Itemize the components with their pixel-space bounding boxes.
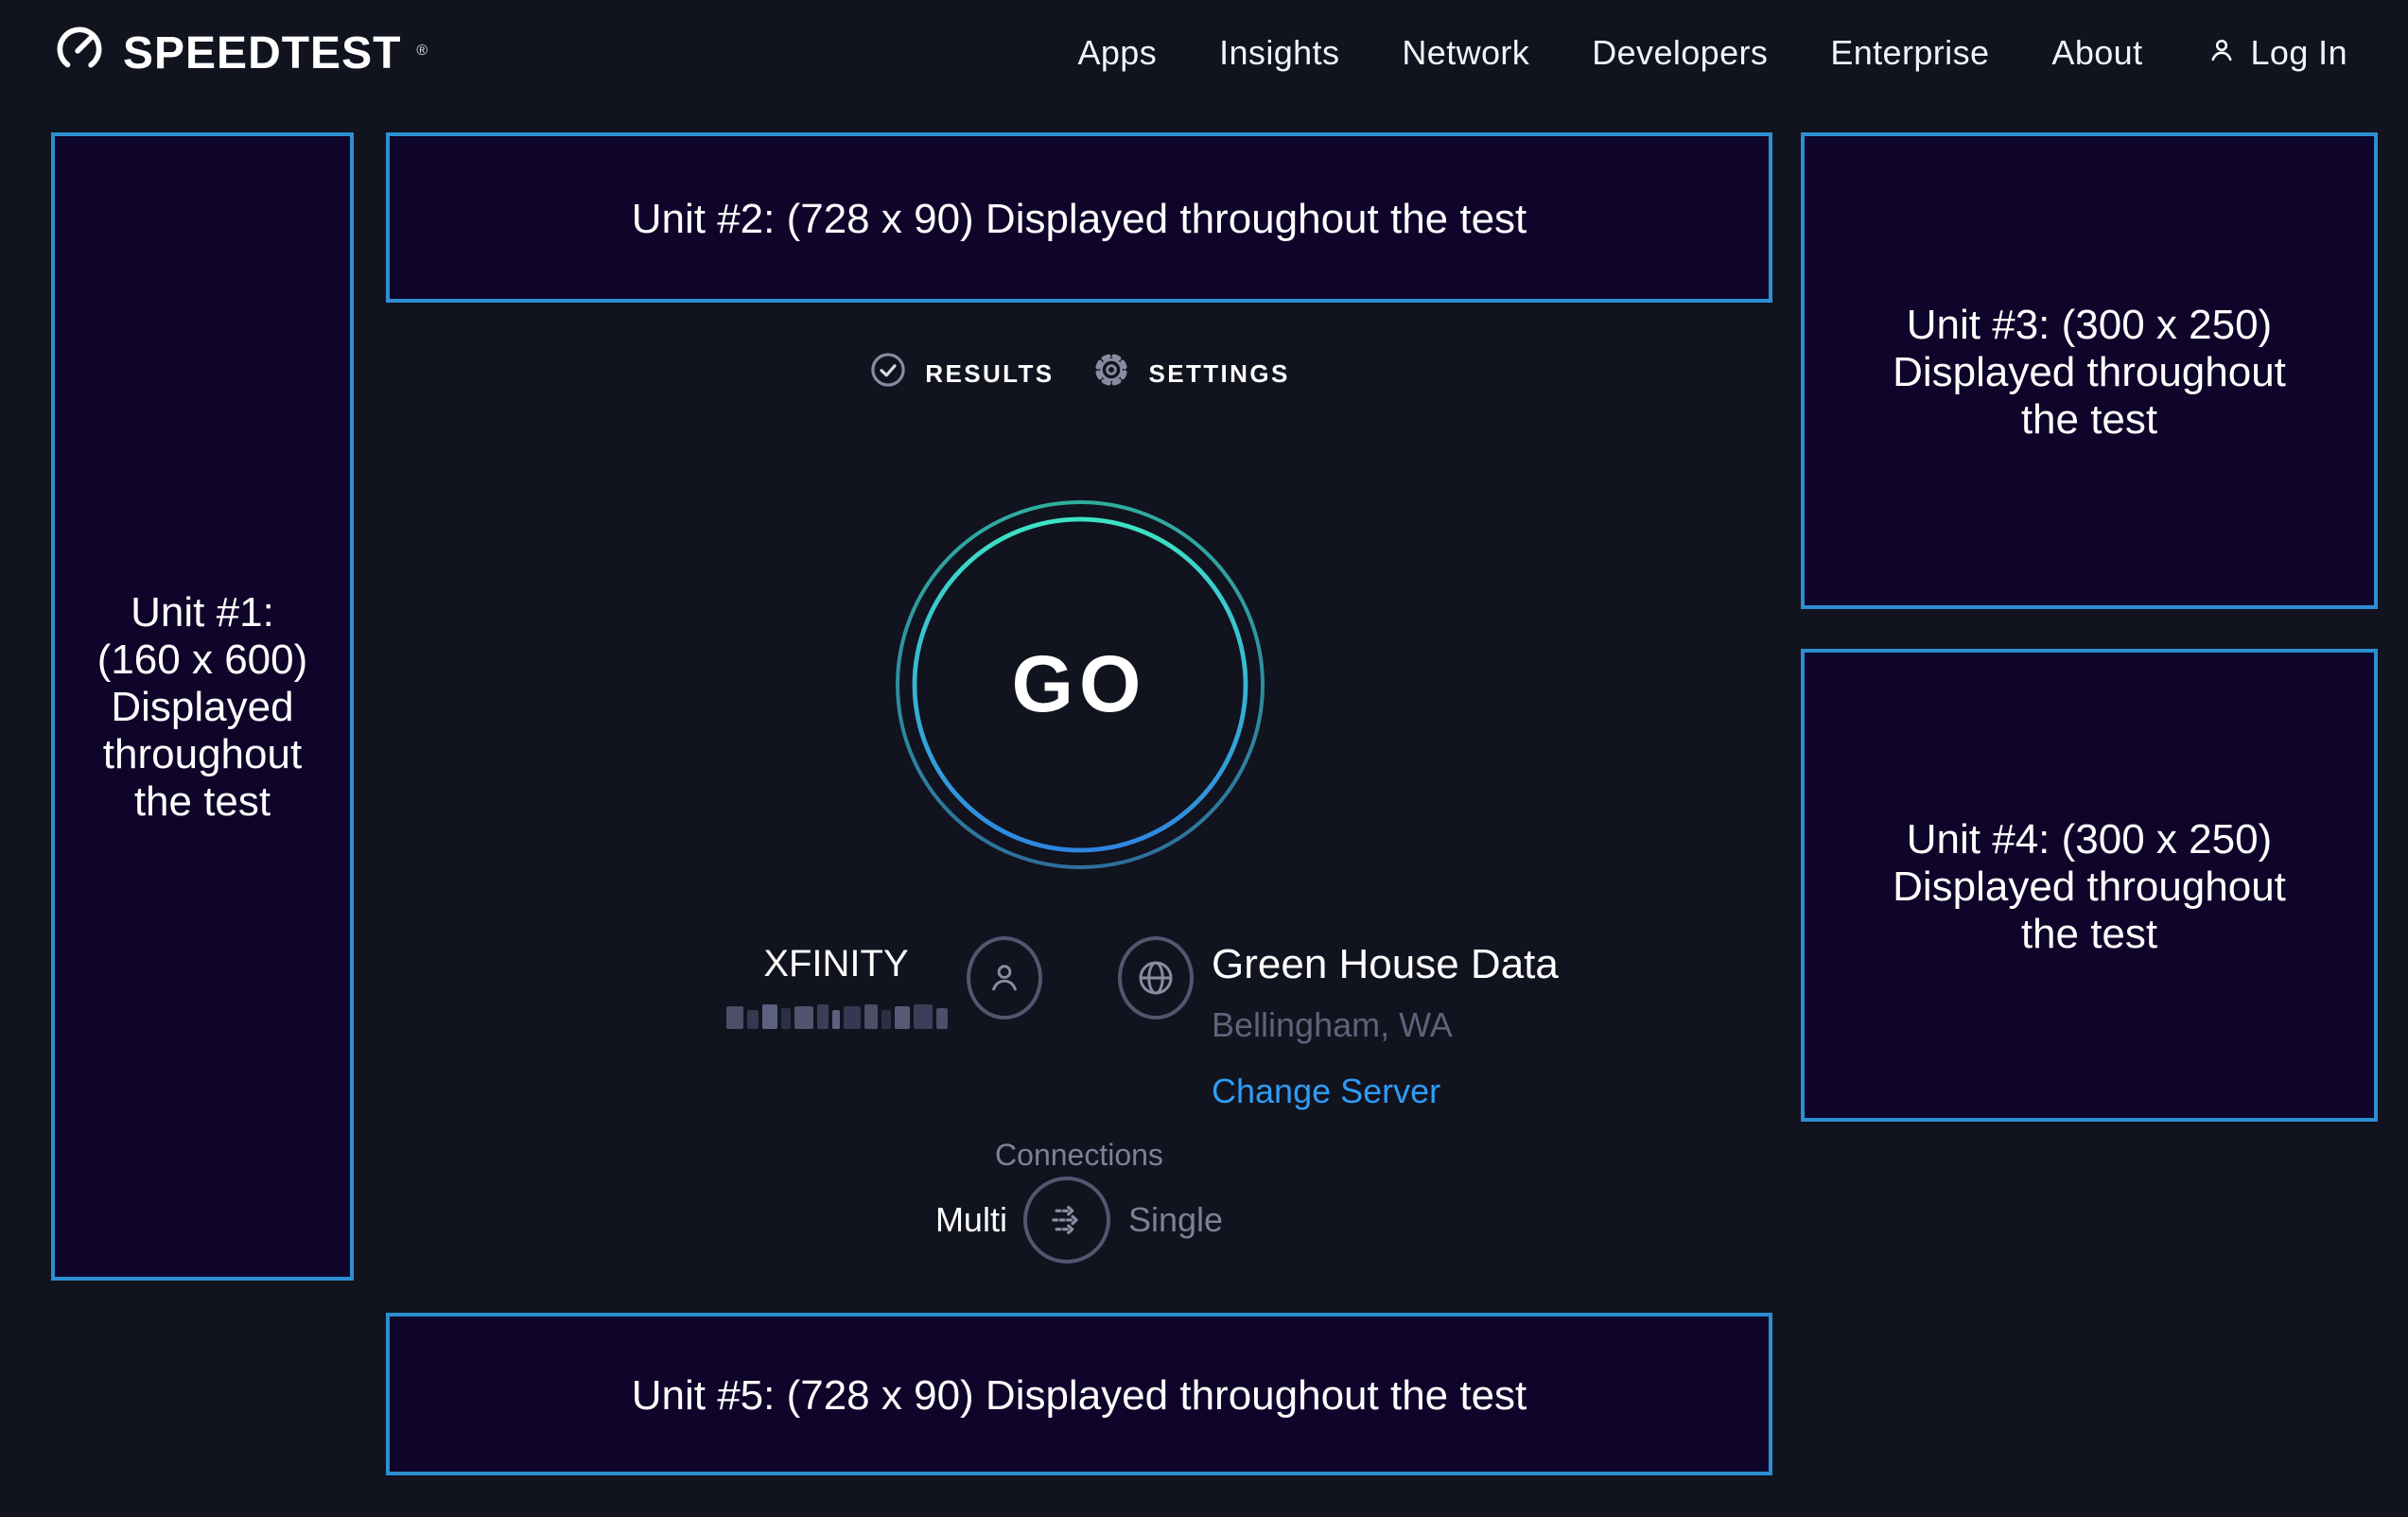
navbar: SPEEDTEST ® Apps Insights Network Develo…	[0, 0, 2408, 108]
ad-unit-4: Unit #4: (300 x 250) Displayed throughou…	[1801, 649, 2378, 1122]
connections-multi-label[interactable]: Multi	[935, 1200, 1007, 1240]
logo-text: SPEEDTEST	[123, 27, 401, 80]
isp-name: XFINITY	[763, 944, 908, 987]
main-content: Unit #2: (728 x 90) Displayed throughout…	[386, 132, 1772, 1479]
connections-toggle-row: Multi Single	[386, 1177, 1772, 1264]
tab-results[interactable]: RESULTS	[868, 350, 1054, 395]
nav-network[interactable]: Network	[1402, 34, 1529, 74]
ad-unit-1: Unit #1: (160 x 600) Displayed throughou…	[51, 132, 354, 1281]
connections-label: Connections	[386, 1141, 1772, 1175]
host-row: XFINITY	[386, 936, 1772, 1110]
main-nav: Apps Insights Network Developers Enterpr…	[1077, 33, 2347, 75]
connections-single-label[interactable]: Single	[1128, 1200, 1223, 1240]
isp-block: XFINITY	[725, 944, 947, 1029]
gear-icon	[1092, 350, 1132, 395]
server-location: Bellingham, WA	[1212, 1006, 1559, 1046]
ad-unit-4-text: Unit #4: (300 x 250) Displayed throughou…	[1893, 814, 2286, 956]
ad-unit-2: Unit #2: (728 x 90) Displayed throughout…	[386, 132, 1772, 303]
ad-unit-2-text: Unit #2: (728 x 90) Displayed throughout…	[632, 194, 1527, 241]
speedometer-icon	[51, 21, 108, 87]
ad-unit-5-text: Unit #5: (728 x 90) Displayed throughout…	[632, 1370, 1527, 1418]
server-name: Green House Data	[1212, 940, 1559, 989]
tab-bar: RESULTS SETTINGS	[386, 350, 1772, 395]
server-block: Green House Data Bellingham, WA Change S…	[1212, 940, 1559, 1112]
multi-arrows-icon	[1043, 1195, 1092, 1245]
go-button[interactable]: GO	[894, 499, 1265, 870]
speedtest-page: SPEEDTEST ® Apps Insights Network Develo…	[0, 0, 2408, 1517]
change-server-link[interactable]: Change Server	[1212, 1072, 1440, 1112]
ad-unit-3: Unit #3: (300 x 250) Displayed throughou…	[1801, 132, 2378, 609]
blurred-ip	[725, 1004, 947, 1029]
trademark: ®	[416, 42, 428, 59]
isp-person-icon	[966, 936, 1041, 1020]
nav-login[interactable]: Log In	[2206, 33, 2348, 75]
nav-enterprise[interactable]: Enterprise	[1830, 34, 1989, 74]
ad-unit-3-text: Unit #3: (300 x 250) Displayed throughou…	[1893, 300, 2286, 442]
ad-unit-5: Unit #5: (728 x 90) Displayed throughout…	[386, 1313, 1772, 1475]
check-circle-icon	[868, 350, 908, 395]
nav-apps[interactable]: Apps	[1077, 34, 1157, 74]
nav-about[interactable]: About	[2051, 34, 2142, 74]
go-label: GO	[894, 499, 1265, 870]
nav-developers[interactable]: Developers	[1592, 34, 1768, 74]
speedtest-logo[interactable]: SPEEDTEST ®	[51, 21, 428, 87]
connection-mode-toggle[interactable]	[1024, 1177, 1111, 1264]
nav-insights[interactable]: Insights	[1219, 34, 1339, 74]
server-globe-icon	[1117, 936, 1193, 1020]
ad-unit-1-text: Unit #1: (160 x 600) Displayed throughou…	[97, 588, 308, 825]
user-icon	[2206, 33, 2238, 75]
tab-settings[interactable]: SETTINGS	[1092, 350, 1290, 395]
